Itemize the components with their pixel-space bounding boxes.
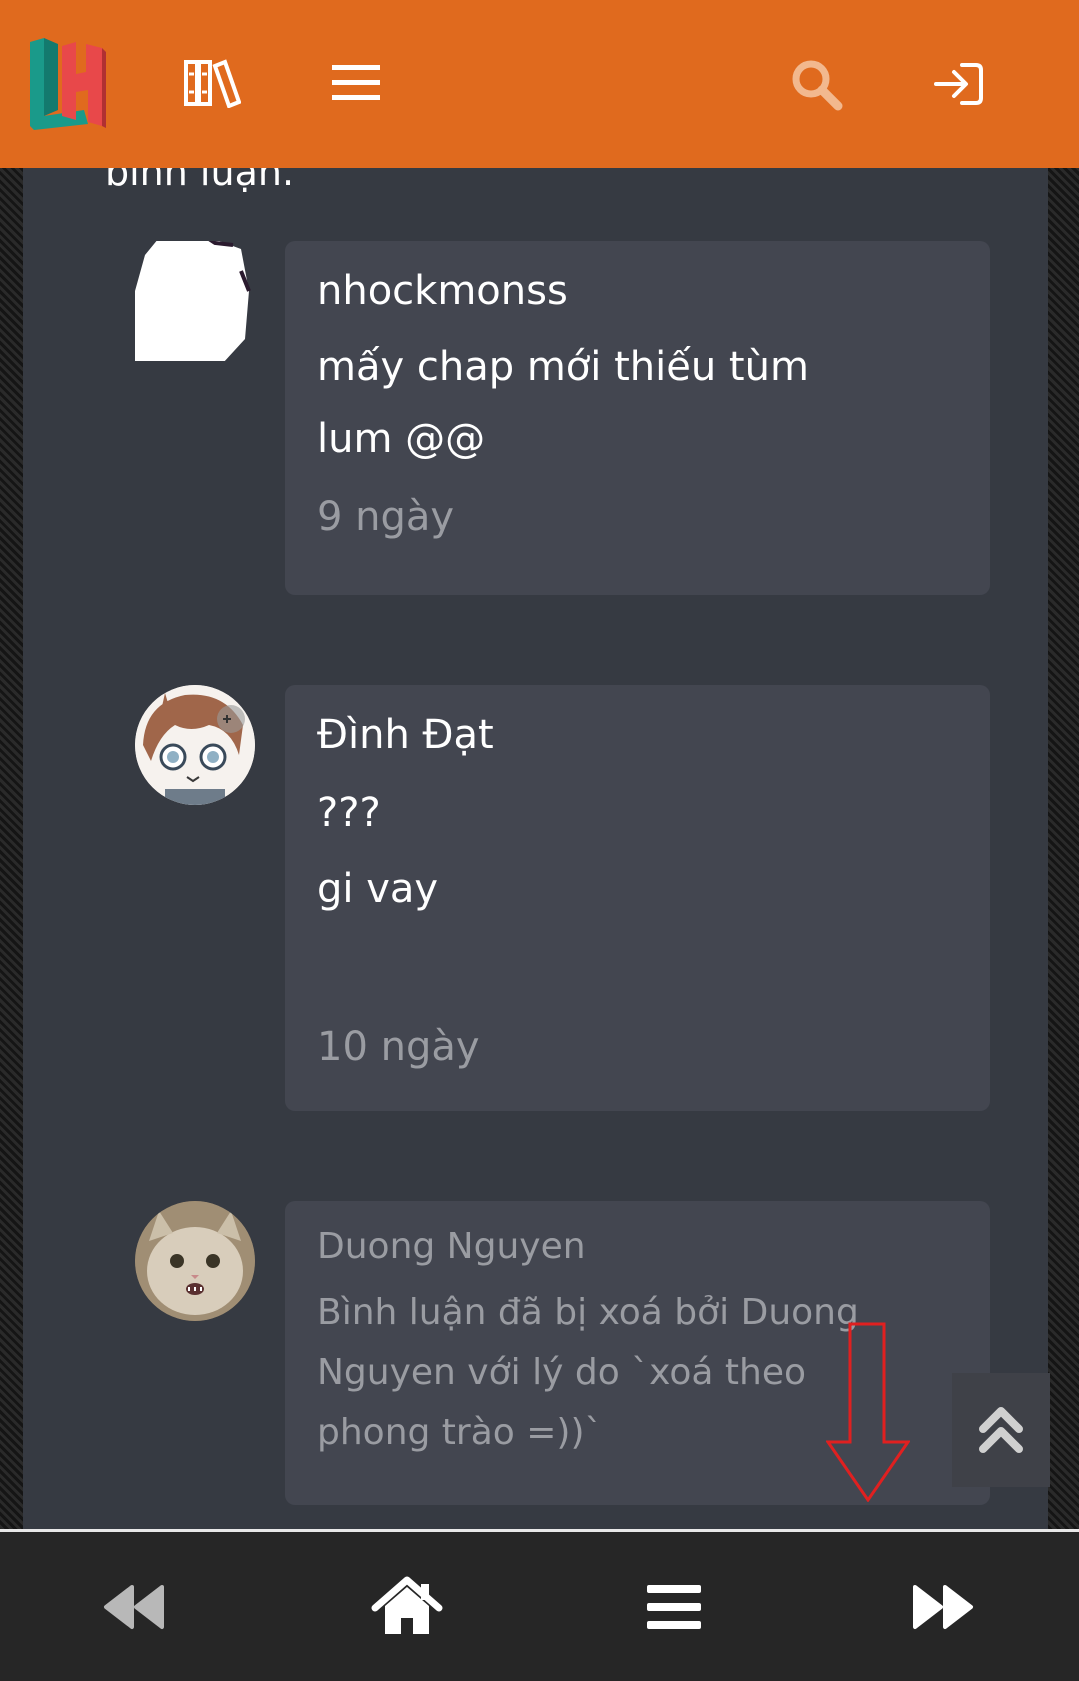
menu-button[interactable] bbox=[330, 58, 382, 108]
comment-username[interactable]: nhockmonss bbox=[317, 265, 958, 317]
avatar[interactable] bbox=[135, 1201, 255, 1321]
login-button[interactable] bbox=[930, 56, 986, 112]
comment-username[interactable]: Đình Đạt bbox=[317, 709, 958, 761]
top-header bbox=[0, 0, 1079, 168]
comment-username[interactable]: Duong Nguyen bbox=[317, 1221, 958, 1273]
login-icon bbox=[934, 63, 983, 105]
backward-icon bbox=[104, 1584, 164, 1629]
double-chevron-up-icon bbox=[979, 1407, 1023, 1453]
menu-icon bbox=[332, 65, 380, 100]
search-icon bbox=[792, 60, 843, 111]
cat-avatar-icon bbox=[135, 1201, 255, 1321]
forward-icon bbox=[913, 1584, 973, 1629]
library-button[interactable] bbox=[178, 52, 246, 114]
search-button[interactable] bbox=[786, 54, 846, 114]
comment-time: 9 ngày bbox=[317, 494, 455, 540]
list-icon bbox=[647, 1584, 701, 1629]
avatar[interactable] bbox=[135, 241, 255, 361]
comment-card: nhockmonss mấy chap mới thiếu tùm lum @@… bbox=[285, 241, 990, 595]
home-button[interactable] bbox=[307, 1532, 507, 1681]
avatar-censored bbox=[135, 241, 251, 361]
prev-chapter-button[interactable] bbox=[34, 1532, 234, 1681]
library-icon bbox=[184, 59, 241, 108]
chapter-list-button[interactable] bbox=[574, 1532, 774, 1681]
anime-avatar-icon bbox=[135, 685, 255, 805]
comment-body: mấy chap mới thiếu tùm lum @@ bbox=[317, 344, 809, 462]
comment-body: ??? gi vay bbox=[317, 790, 439, 912]
annotation-down-arrow-icon bbox=[826, 1322, 910, 1502]
comments-panel: bình luận. nhockmonss mấy chap mới thiếu… bbox=[23, 0, 1048, 1530]
scroll-top-button[interactable] bbox=[952, 1373, 1050, 1487]
home-icon bbox=[371, 1576, 443, 1634]
comment-time: 10 ngày bbox=[317, 1024, 480, 1070]
comment-card: Đình Đạt ??? gi vay 10 ngày bbox=[285, 685, 990, 1111]
bottom-nav bbox=[0, 1529, 1079, 1681]
avatar[interactable] bbox=[135, 685, 255, 805]
next-chapter-button[interactable] bbox=[843, 1532, 1043, 1681]
lh-logo-icon[interactable] bbox=[28, 38, 106, 130]
